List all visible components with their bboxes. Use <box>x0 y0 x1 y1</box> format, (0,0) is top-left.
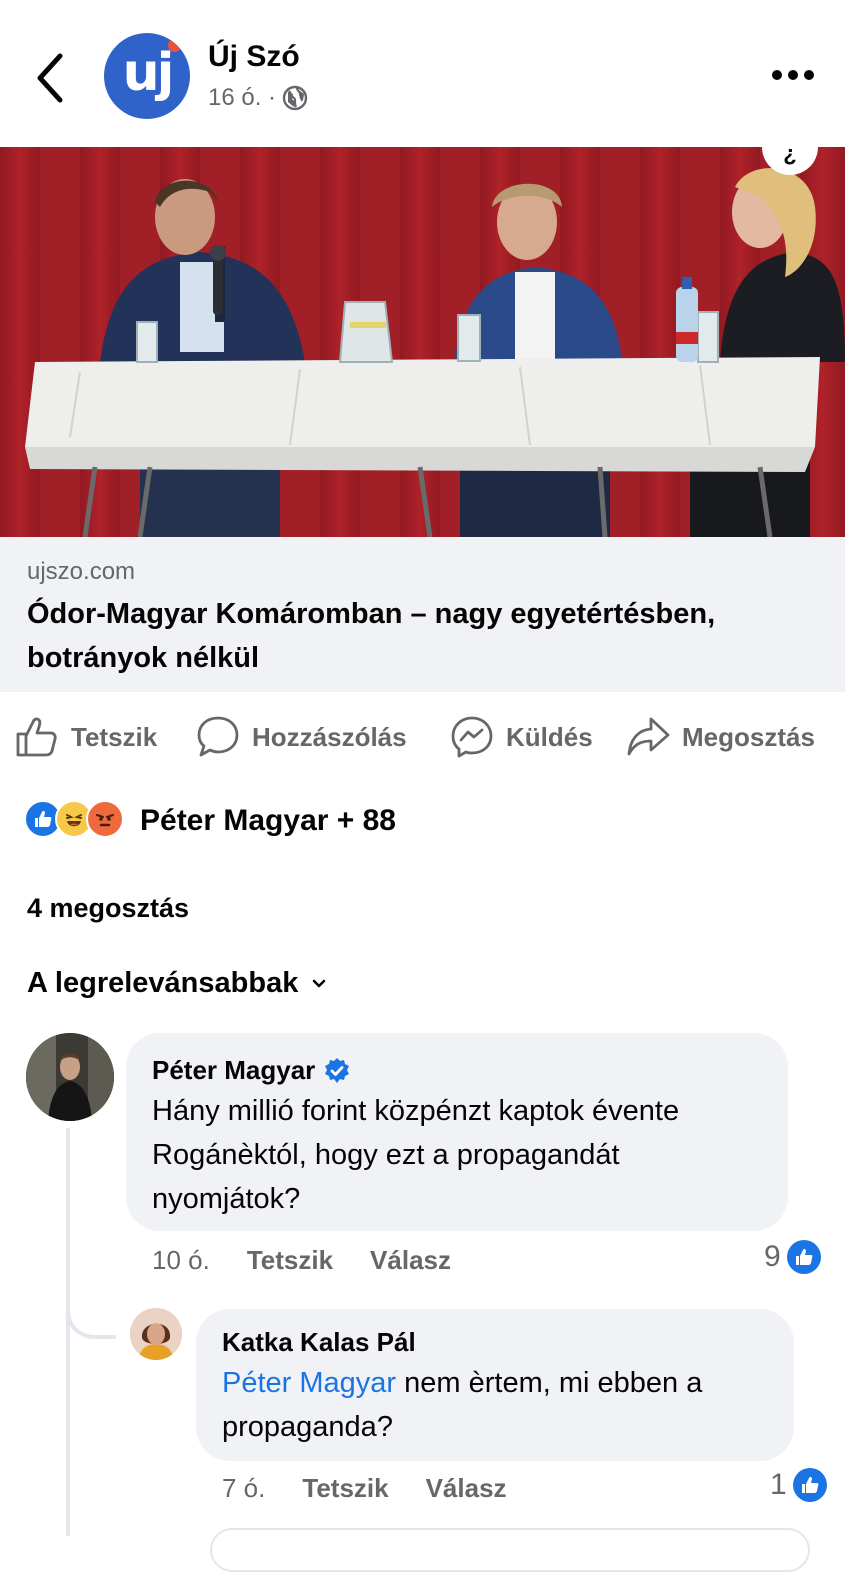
share-button[interactable]: Megosztás <box>626 712 815 762</box>
svg-text:¿: ¿ <box>783 147 796 166</box>
sort-label: A legrelevánsabbak <box>27 967 299 999</box>
send-label: Küldés <box>506 721 593 752</box>
send-button[interactable]: Küldés <box>450 712 593 762</box>
next-comment-preview[interactable] <box>210 1528 810 1572</box>
reply-like-button[interactable]: Tetszik <box>302 1473 388 1504</box>
like-label: Tetszik <box>71 721 158 752</box>
comment-meta: 10 ó. Tetszik Válasz <box>152 1245 451 1276</box>
page-logo: uj <box>122 43 175 103</box>
reply-text: Péter Magyar nem èrtem, mi ebben a propa… <box>222 1361 778 1449</box>
comment-like-count[interactable]: 9 <box>764 1240 821 1274</box>
reply-reply-button[interactable]: Válasz <box>426 1473 507 1504</box>
comment-reply-button[interactable]: Válasz <box>370 1245 451 1276</box>
post-photo[interactable]: ¿ <box>0 147 845 537</box>
messenger-icon <box>451 716 493 758</box>
comment-button[interactable]: Hozzászólás <box>196 712 407 762</box>
thread-line <box>66 1128 70 1536</box>
reply-like-count-value: 1 <box>770 1468 787 1501</box>
reply-meta: 7 ó. Tetszik Válasz <box>222 1473 507 1504</box>
commenter-avatar[interactable] <box>26 1033 114 1121</box>
angry-reaction-icon <box>86 800 124 838</box>
globe-icon <box>282 85 308 111</box>
back-button[interactable] <box>28 48 76 108</box>
comment-author-name[interactable]: Péter Magyar <box>152 1055 315 1086</box>
reply-author[interactable]: Katka Kalas Pál <box>222 1327 416 1358</box>
reply-like-count[interactable]: 1 <box>770 1468 827 1502</box>
reply-like-badge-icon <box>792 1468 827 1502</box>
back-arrow-icon <box>37 53 63 103</box>
reaction-icons[interactable] <box>24 800 124 838</box>
page-avatar[interactable]: uj <box>104 33 190 119</box>
more-icon <box>772 70 814 80</box>
reply-time[interactable]: 7 ó. <box>222 1473 265 1504</box>
logo-dot <box>168 39 181 52</box>
verified-badge-icon <box>325 1057 350 1083</box>
share-label: Megosztás <box>682 721 815 752</box>
comment-like-button[interactable]: Tetszik <box>247 1245 333 1276</box>
post-time[interactable]: 16 ó. · <box>208 84 276 112</box>
share-icon <box>627 717 670 756</box>
reply-author-avatar[interactable] <box>130 1308 182 1360</box>
like-button[interactable]: Tetszik <box>15 712 157 762</box>
post-meta: 16 ó. · <box>208 84 308 112</box>
link-title[interactable]: Ódor-Magyar Komáromban – nagy egyetértés… <box>27 592 827 680</box>
comment-icon <box>197 716 239 757</box>
chevron-down-icon <box>313 979 326 987</box>
like-count-value: 9 <box>764 1240 781 1273</box>
link-domain: ujszo.com <box>27 558 136 585</box>
comment-label: Hozzászólás <box>252 721 407 752</box>
shares-count[interactable]: 4 megosztás <box>27 893 189 924</box>
comment-author[interactable]: Péter Magyar <box>152 1055 351 1086</box>
comment-sort-dropdown[interactable]: A legrelevánsabbak <box>27 967 326 1000</box>
reactions-summary[interactable]: Péter Magyar + 88 <box>140 804 396 838</box>
like-badge-icon <box>786 1240 821 1274</box>
reply-connector <box>66 1280 116 1339</box>
thumbs-up-icon <box>16 717 57 757</box>
comment-text: Hány millió forint közpénzt kaptok évent… <box>152 1095 680 1215</box>
more-options-button[interactable] <box>770 60 816 90</box>
page-name[interactable]: Új Szó <box>208 40 300 74</box>
comment-time[interactable]: 10 ó. <box>152 1245 210 1276</box>
reply-mention-link[interactable]: Péter Magyar <box>222 1367 396 1399</box>
